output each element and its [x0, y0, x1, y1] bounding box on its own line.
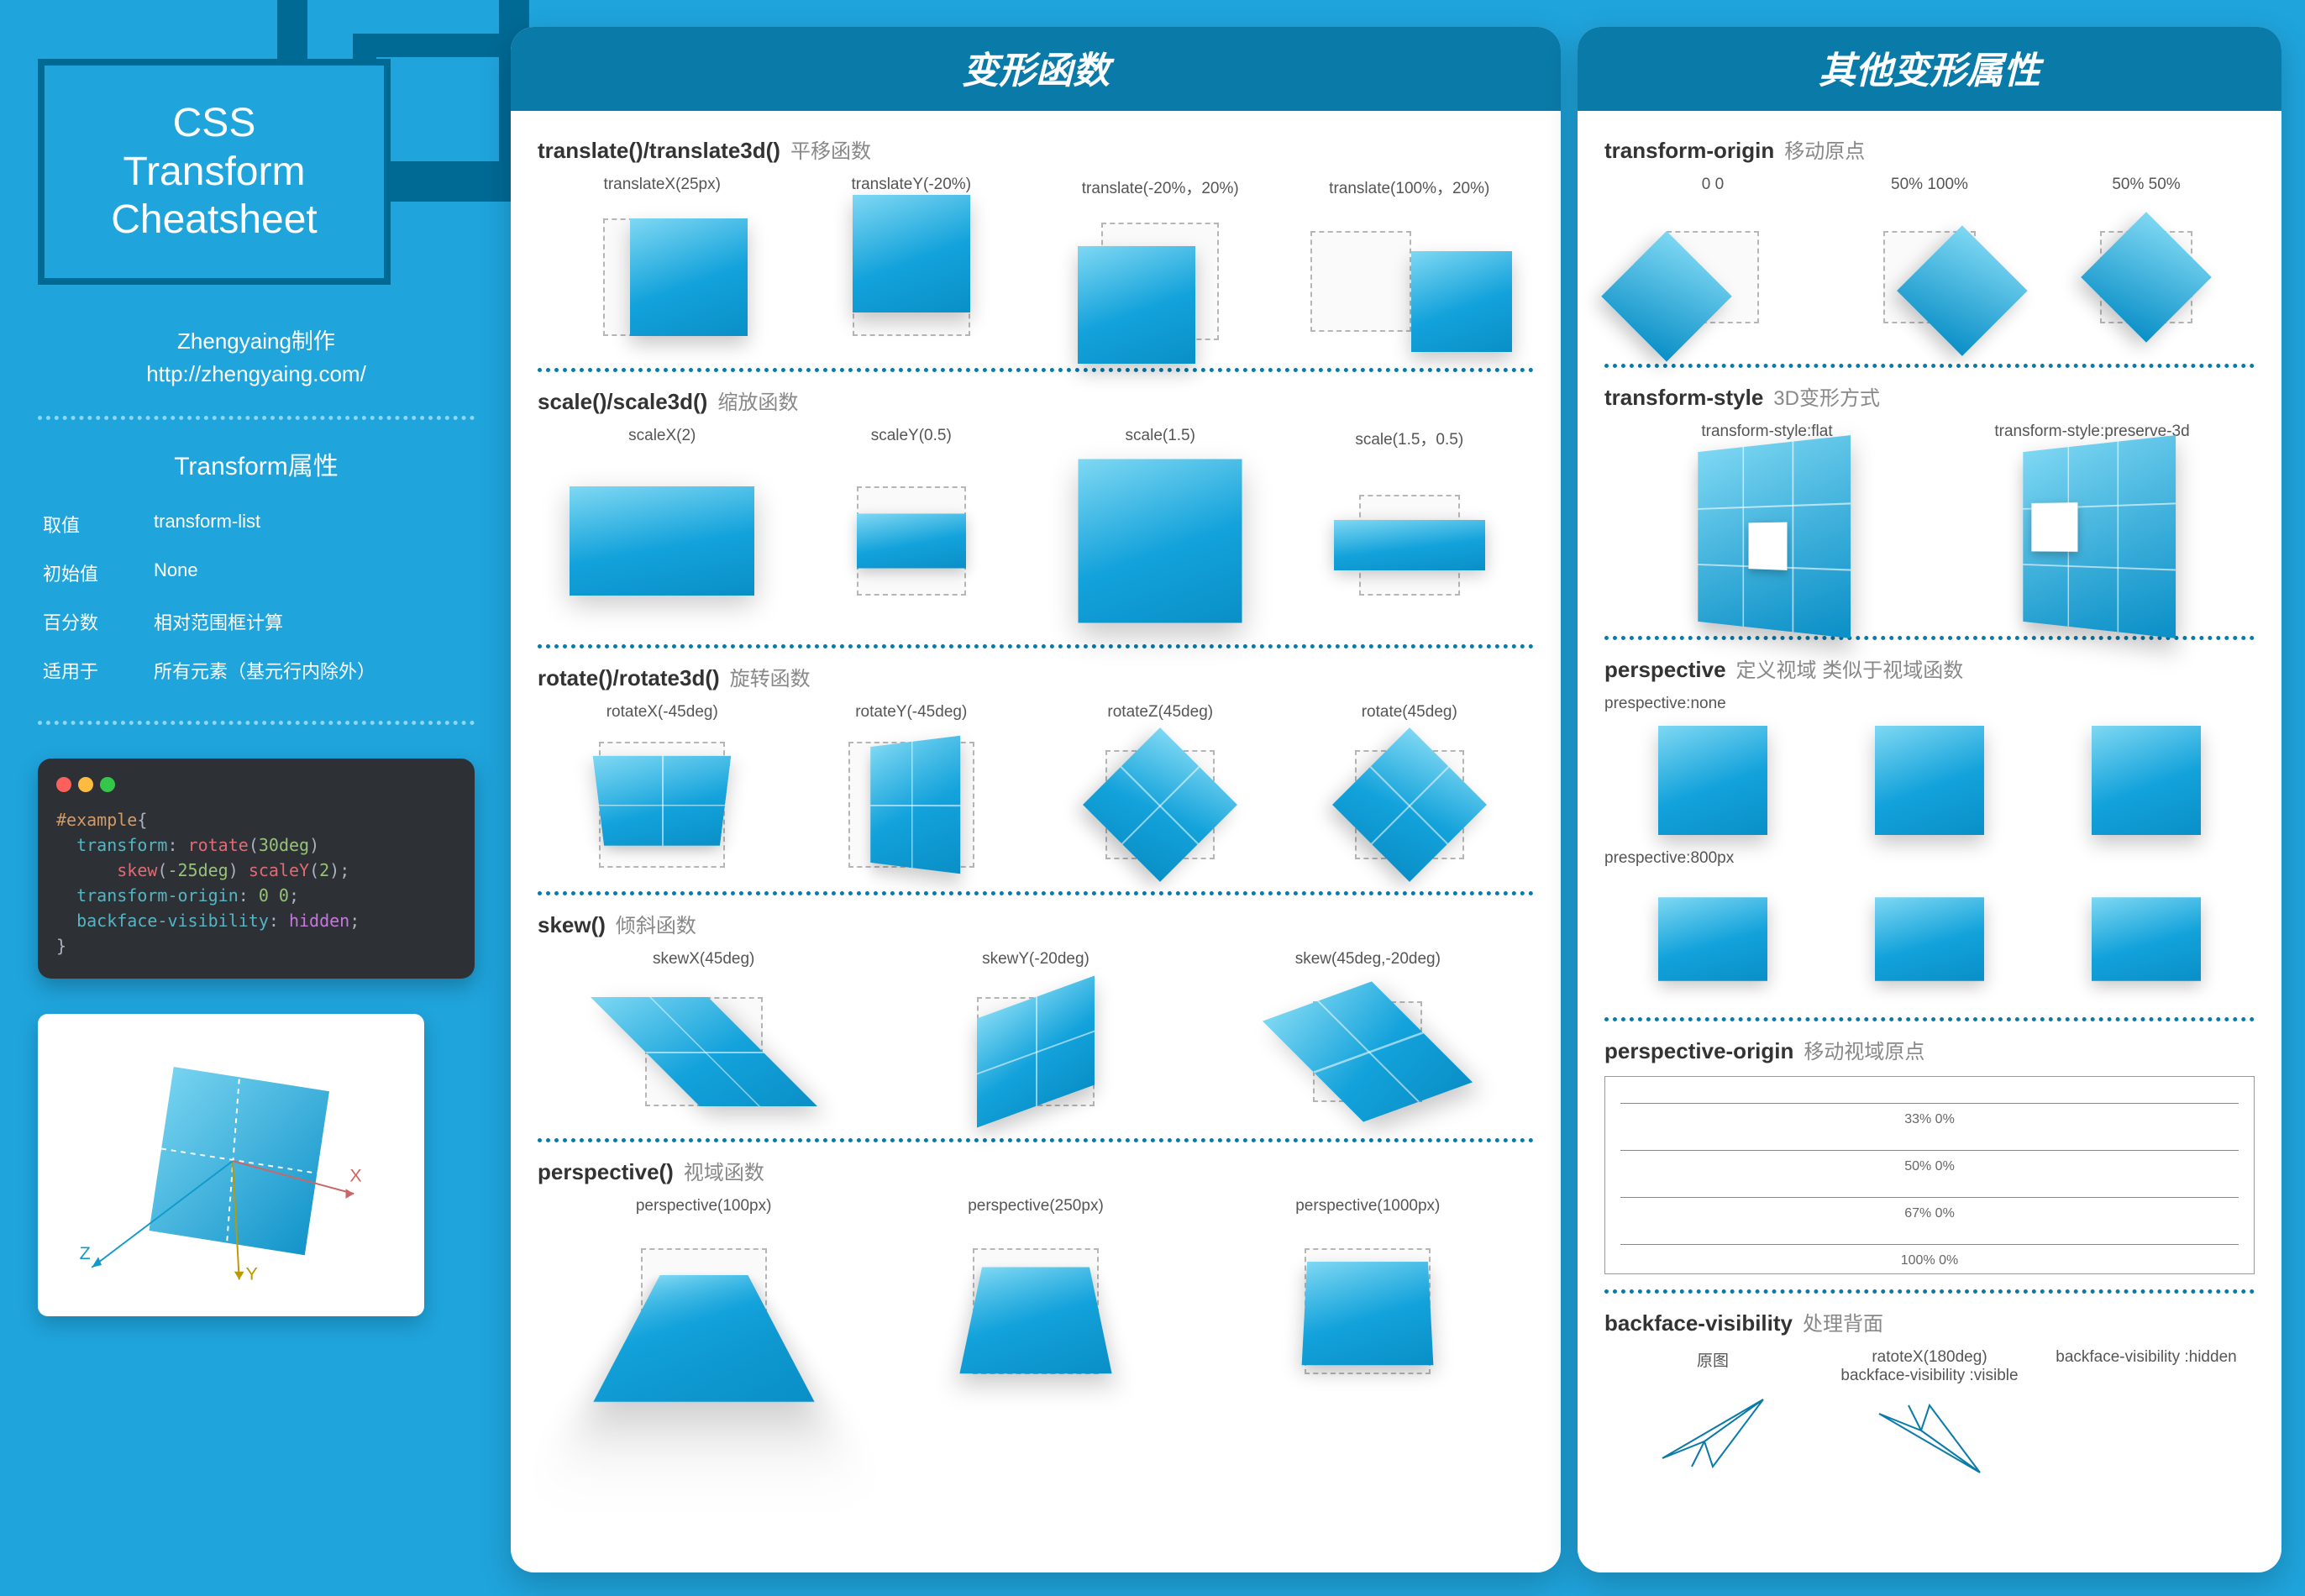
ruler-box: 33% 0% 50% 0% 67% 0% 100% 0%: [1604, 1076, 2255, 1274]
section-transform-origin: transform-origin移动原点: [1604, 134, 2255, 164]
prop-row: 百分数相对范围框计算: [39, 598, 473, 645]
credit-url: http://zhengyaing.com/: [38, 358, 475, 391]
dotted-divider: [38, 721, 475, 725]
prop-row: 初始值None: [39, 549, 473, 596]
prop-row: 适用于所有元素（基元行内除外）: [39, 647, 473, 694]
section-divider: [538, 891, 1534, 895]
dotted-divider: [38, 416, 475, 420]
section-rotate: rotate()/rotate3d()旋转函数: [538, 662, 1534, 691]
left-column: CSS Transform Cheatsheet Zhengyaing制作 ht…: [38, 59, 475, 1316]
z-axis-label: Z: [80, 1243, 91, 1263]
credit-author: Zhengyaing制作: [38, 325, 475, 358]
right-panel-heading: 其他变形属性: [1578, 27, 2281, 111]
code-window-dots: [56, 774, 456, 799]
section-divider: [538, 1138, 1534, 1142]
section-perspective-origin: perspective-origin移动视域原点: [1604, 1035, 2255, 1064]
right-panel: 其他变形属性 transform-origin移动原点 0 0 50% 100%…: [1578, 27, 2281, 1572]
title-line-2: Transform: [68, 148, 360, 197]
title-line-3: Cheatsheet: [68, 196, 360, 244]
section-transform-style: transform-style3D变形方式: [1604, 381, 2255, 411]
section-scale: scale()/scale3d()缩放函数: [538, 386, 1534, 415]
main-panel: 变形函数 translate()/translate3d()平移函数 trans…: [511, 27, 1561, 1572]
section-backface: backface-visibility处理背面: [1604, 1307, 2255, 1336]
paper-plane-icon: [1871, 1397, 1988, 1489]
main-panel-heading: 变形函数: [511, 27, 1561, 111]
section-translate: translate()/translate3d()平移函数: [538, 134, 1534, 164]
code-sample: #example{ transform: rotate(30deg) skew(…: [38, 759, 475, 979]
section-divider: [1604, 1017, 2255, 1021]
credit-block: Zhengyaing制作 http://zhengyaing.com/: [38, 325, 475, 391]
section-divider: [1604, 364, 2255, 368]
section-divider: [538, 644, 1534, 648]
section-perspective: perspective()视域函数: [538, 1156, 1534, 1185]
prop-heading: Transform属性: [38, 445, 475, 482]
title-box: CSS Transform Cheatsheet: [38, 59, 391, 285]
prop-row: 取值transform-list: [39, 501, 473, 548]
prop-table: 取值transform-list 初始值None 百分数相对范围框计算 适用于所…: [38, 499, 475, 696]
paper-plane-icon: [1654, 1383, 1772, 1475]
x-axis-label: X: [349, 1165, 361, 1185]
section-divider: [1604, 636, 2255, 640]
y-axis-label: Y: [246, 1263, 258, 1284]
section-perspective-prop: perspective定义视域 类似于视域函数: [1604, 654, 2255, 683]
axis-illustration: X Y Z: [38, 1014, 424, 1316]
section-divider: [538, 368, 1534, 372]
title-line-1: CSS: [68, 99, 360, 148]
section-divider: [1604, 1289, 2255, 1294]
section-skew: skew()倾斜函数: [538, 909, 1534, 938]
